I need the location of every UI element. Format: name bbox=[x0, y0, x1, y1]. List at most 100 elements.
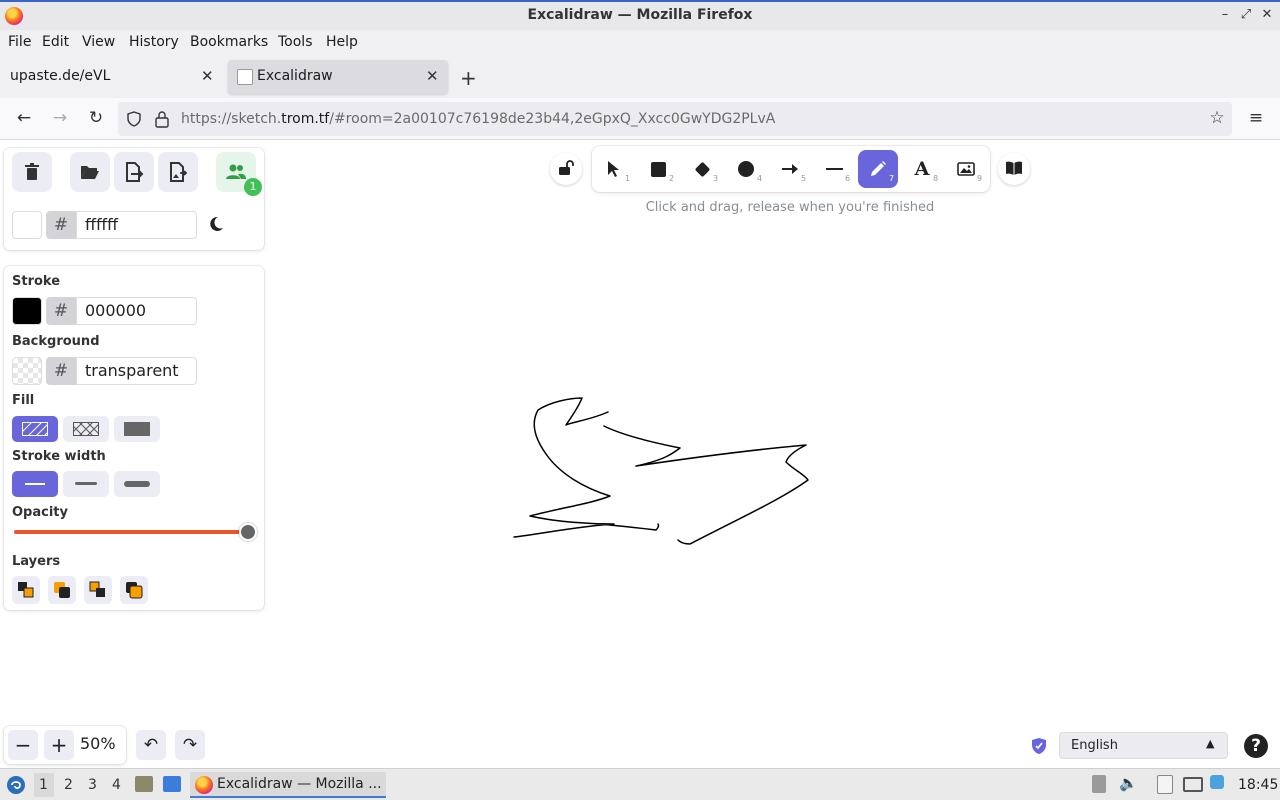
file-manager-icon[interactable] bbox=[135, 776, 153, 792]
menu-bookmarks[interactable]: Bookmarks bbox=[190, 34, 268, 50]
opacity-slider-track[interactable] bbox=[14, 530, 248, 534]
fill-hachure-button[interactable] bbox=[12, 416, 58, 442]
hash-label: # bbox=[46, 211, 76, 239]
bookmark-star-icon[interactable]: ☆ bbox=[1206, 108, 1228, 128]
file-image-export-icon bbox=[170, 162, 188, 182]
open-button[interactable] bbox=[70, 152, 110, 192]
canvas-background-swatch[interactable] bbox=[12, 211, 42, 239]
solid-fill-icon bbox=[124, 422, 150, 436]
tray-storage-icon[interactable] bbox=[1092, 775, 1106, 793]
bring-to-front-button[interactable] bbox=[120, 576, 148, 604]
background-color-swatch[interactable] bbox=[12, 357, 42, 385]
export-image-button[interactable] bbox=[158, 152, 198, 192]
menu-tools[interactable]: Tools bbox=[278, 34, 313, 50]
layers-label: Layers bbox=[12, 554, 61, 569]
url-bar[interactable]: https://sketch.trom.tf/#room=2a00107c761… bbox=[118, 102, 1232, 136]
zoom-out-button[interactable]: − bbox=[8, 730, 38, 760]
shield-icon[interactable] bbox=[126, 111, 142, 127]
tab-label: Excalidraw bbox=[257, 68, 333, 84]
library-button[interactable] bbox=[998, 153, 1030, 185]
help-button[interactable]: ? bbox=[1244, 734, 1268, 758]
menu-bar: File Edit View History Bookmarks Tools H… bbox=[0, 30, 1280, 56]
opacity-slider-thumb[interactable] bbox=[239, 523, 257, 541]
text-tool-icon: A bbox=[914, 158, 930, 180]
bring-forward-button[interactable] bbox=[84, 576, 112, 604]
save-button[interactable] bbox=[114, 152, 154, 192]
close-window-icon[interactable]: ✕ bbox=[1259, 7, 1275, 22]
close-tab-icon[interactable]: ✕ bbox=[426, 67, 439, 85]
menu-file[interactable]: File bbox=[8, 34, 31, 50]
arrow-icon bbox=[782, 164, 798, 174]
background-label: Background bbox=[12, 334, 100, 349]
menu-view[interactable]: View bbox=[82, 34, 115, 50]
language-select[interactable]: English ▲ bbox=[1059, 732, 1228, 759]
fill-solid-button[interactable] bbox=[114, 416, 160, 442]
line-icon bbox=[825, 168, 843, 170]
back-icon[interactable]: ← bbox=[13, 108, 35, 128]
menu-history[interactable]: History bbox=[129, 34, 179, 50]
window-title: Excalidraw — Mozilla Firefox bbox=[527, 7, 753, 23]
freedraw-stroke[interactable] bbox=[513, 397, 809, 545]
workspace-4[interactable]: 4 bbox=[112, 777, 121, 793]
lock-icon[interactable] bbox=[154, 110, 170, 128]
volume-icon[interactable]: 🔈 bbox=[1119, 774, 1138, 792]
encryption-shield-icon[interactable] bbox=[1031, 737, 1047, 755]
taskbar-window-firefox[interactable]: Excalidraw — Mozilla ... bbox=[190, 772, 386, 798]
stroke-color-swatch[interactable] bbox=[12, 297, 42, 325]
clipboard-icon[interactable] bbox=[1157, 775, 1173, 794]
start-menu-icon[interactable] bbox=[6, 775, 26, 795]
taskbar: 1 2 3 4 Excalidraw — Mozilla ... 🔈 18:45 bbox=[0, 768, 1280, 800]
update-notifier-icon[interactable] bbox=[1210, 775, 1224, 789]
firefox-taskbar-icon bbox=[195, 776, 213, 794]
shortcut-key-label: 7 bbox=[889, 174, 895, 183]
clear-canvas-button[interactable] bbox=[12, 152, 52, 192]
folder-open-icon bbox=[81, 166, 99, 179]
zoom-in-button[interactable]: + bbox=[44, 730, 74, 760]
canvas-background-input[interactable]: ffffff bbox=[76, 211, 197, 239]
background-color-input[interactable]: transparent bbox=[76, 357, 197, 385]
bring-forward-icon bbox=[89, 581, 105, 597]
app-menu-icon[interactable]: ≡ bbox=[1245, 108, 1267, 128]
lock-tool-button[interactable] bbox=[550, 153, 582, 185]
clock: 18:45 bbox=[1238, 777, 1279, 793]
stroke-width-thin-button[interactable] bbox=[12, 471, 58, 497]
image-icon bbox=[957, 162, 975, 176]
stroke-width-bold-button[interactable] bbox=[63, 471, 109, 497]
diamond-icon bbox=[694, 161, 710, 177]
language-value: English bbox=[1071, 738, 1118, 753]
send-to-back-button[interactable] bbox=[12, 576, 40, 604]
tab-bar: upaste.de/eVL ✕ Excalidraw ✕ + bbox=[0, 56, 1280, 98]
tab-label: upaste.de/eVL bbox=[10, 68, 111, 84]
forward-icon[interactable]: → bbox=[49, 108, 71, 128]
tab-upaste[interactable]: upaste.de/eVL ✕ bbox=[0, 60, 224, 94]
send-backward-button[interactable] bbox=[48, 576, 76, 604]
stroke-color-input[interactable]: 000000 bbox=[76, 297, 197, 325]
bold-line-icon bbox=[75, 482, 97, 485]
network-icon[interactable] bbox=[1183, 777, 1203, 792]
workspace-1[interactable]: 1 bbox=[39, 777, 48, 793]
bring-to-front-icon bbox=[126, 582, 143, 599]
reload-icon[interactable]: ↻ bbox=[85, 108, 107, 128]
fill-cross-hatch-button[interactable] bbox=[63, 416, 109, 442]
url-text[interactable]: https://sketch.trom.tf/#room=2a00107c761… bbox=[181, 111, 775, 127]
zoom-level[interactable]: 50% bbox=[80, 734, 116, 753]
menu-edit[interactable]: Edit bbox=[42, 34, 69, 50]
workspace-3[interactable]: 3 bbox=[88, 777, 97, 793]
chevron-up-icon: ▲ bbox=[1206, 737, 1215, 750]
undo-button[interactable]: ↶ bbox=[136, 730, 166, 760]
users-icon bbox=[226, 164, 246, 179]
tab-excalidraw[interactable]: Excalidraw ✕ bbox=[228, 60, 448, 94]
menu-help[interactable]: Help bbox=[326, 34, 358, 50]
minimize-icon[interactable]: – bbox=[1217, 7, 1233, 22]
desktop-icon[interactable] bbox=[163, 776, 181, 792]
stroke-width-extra-bold-button[interactable] bbox=[114, 471, 160, 497]
new-tab-icon[interactable]: + bbox=[460, 66, 477, 90]
maximize-icon[interactable]: ⤢ bbox=[1238, 7, 1254, 22]
redo-button[interactable]: ↷ bbox=[175, 730, 205, 760]
workspace-2[interactable]: 2 bbox=[64, 777, 73, 793]
collaborator-count-badge: 1 bbox=[244, 178, 262, 196]
close-tab-icon[interactable]: ✕ bbox=[201, 67, 214, 85]
shortcut-key-label: 4 bbox=[757, 174, 763, 183]
moon-icon[interactable] bbox=[208, 216, 224, 232]
send-backward-icon bbox=[54, 582, 70, 598]
